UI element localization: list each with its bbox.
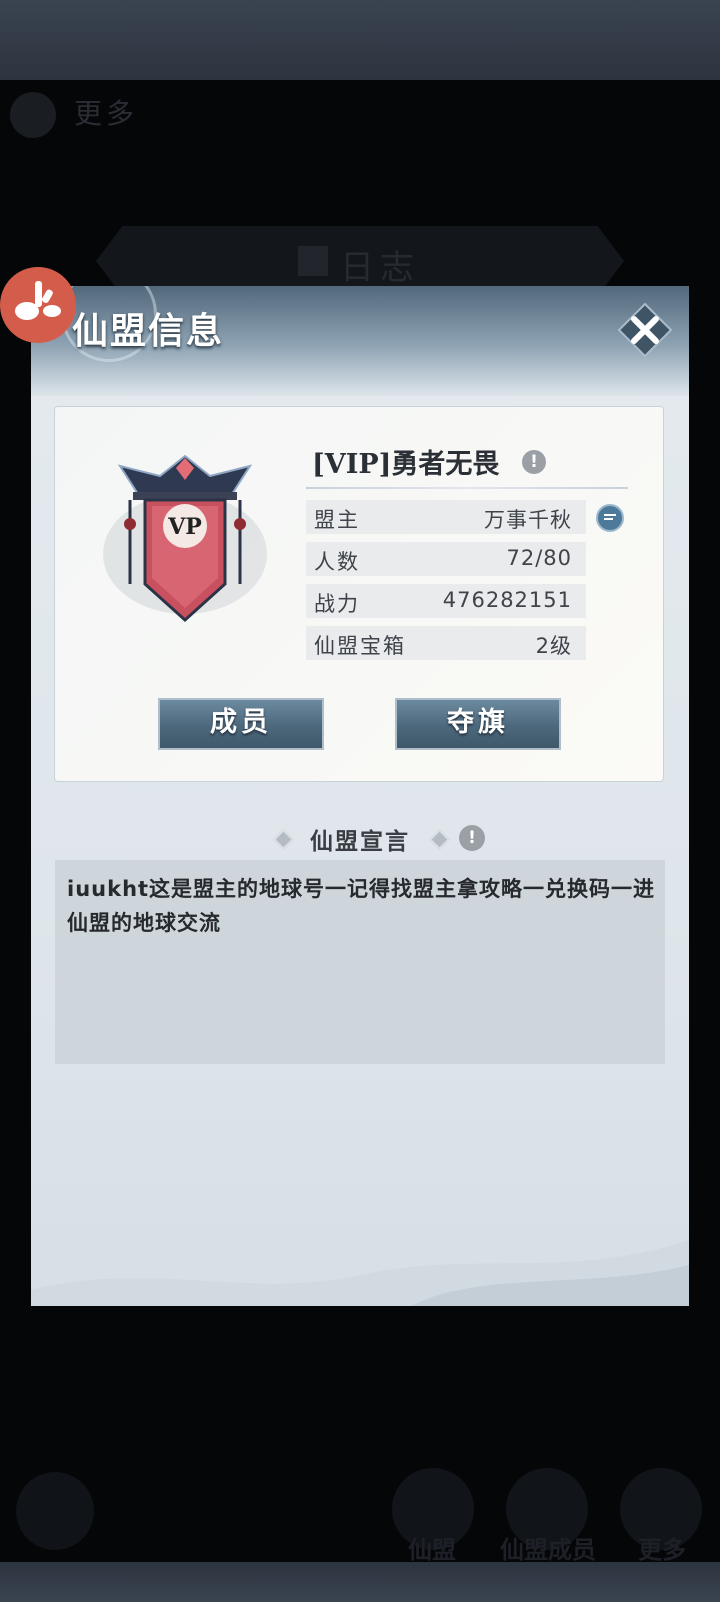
close-icon — [617, 302, 673, 358]
close-button[interactable] — [617, 302, 673, 358]
guild-info-icon[interactable]: ! — [522, 450, 546, 474]
stat-row-members: 人数 72/80 — [306, 542, 586, 576]
chat-leader-icon[interactable] — [596, 504, 624, 532]
stat-value: 万事千秋 — [484, 508, 572, 532]
bg-nav-label-guild-members: 仙盟成员 — [500, 1536, 596, 1564]
background-avatar — [10, 92, 56, 138]
wave-decoration-icon — [31, 1240, 689, 1306]
stat-label: 人数 — [314, 550, 360, 574]
bottom-system-bar — [0, 1562, 720, 1602]
stat-label: 仙盟宝箱 — [314, 634, 406, 658]
floating-assistant-icon — [15, 281, 61, 320]
log-icon — [298, 246, 328, 276]
bg-nav-label-guild: 仙盟 — [408, 1536, 456, 1564]
stat-row-treasure: 仙盟宝箱 2级 — [306, 626, 586, 660]
background-log-title: 日志 — [340, 248, 420, 288]
stat-label: 战力 — [314, 592, 360, 616]
declaration-info-icon[interactable]: ! — [459, 825, 485, 851]
stat-value: 476282151 — [442, 588, 572, 612]
declaration-text: iuukht这是盟主的地球号一记得找盟主拿攻略一兑换码一进仙盟的地球交流 — [67, 877, 656, 935]
members-button[interactable]: 成员 — [158, 698, 324, 750]
floating-assistant-button[interactable] — [0, 267, 76, 343]
stat-value: 2级 — [535, 634, 572, 658]
stat-row-power: 战力 476282151 — [306, 584, 586, 618]
stat-label: 盟主 — [314, 508, 360, 532]
back-icon — [16, 1472, 94, 1550]
dialog-title: 仙盟信息 — [72, 311, 225, 352]
capture-flag-button[interactable]: 夺旗 — [395, 698, 561, 750]
declaration-box: iuukht这是盟主的地球号一记得找盟主拿攻略一兑换码一进仙盟的地球交流 — [55, 860, 665, 1064]
stat-value: 72/80 — [506, 546, 572, 570]
background-more-title: 更多 — [74, 97, 139, 130]
guild-name: [VIP]勇者无畏 — [312, 449, 500, 480]
bg-nav-label-more: 更多 — [638, 1536, 686, 1564]
emblem-text: VP — [167, 514, 202, 540]
guild-emblem-icon: VP — [103, 454, 267, 623]
stat-row-leader: 盟主 万事千秋 — [306, 500, 586, 534]
top-status-bar — [0, 0, 720, 80]
declaration-title: 仙盟宣言 — [310, 829, 410, 855]
name-divider — [306, 487, 628, 489]
